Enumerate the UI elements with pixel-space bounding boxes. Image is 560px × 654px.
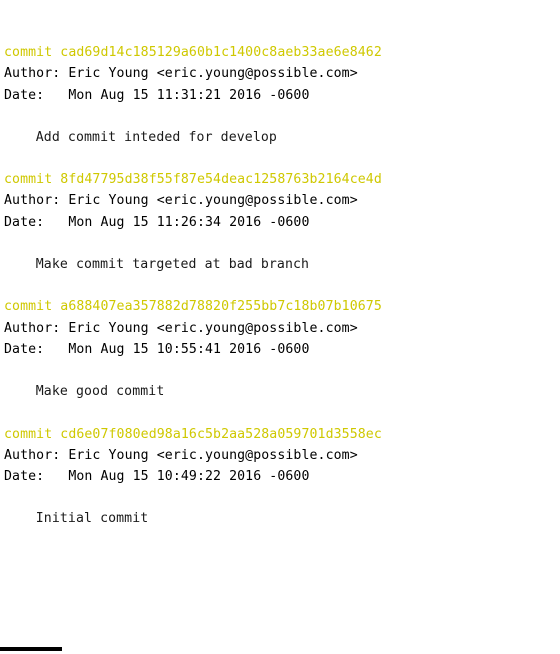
commit-entry: commit cd6e07f080ed98a16c5b2aa528a059701…	[4, 424, 560, 551]
terminal-cursor	[0, 647, 62, 651]
commit-author-line: Author: Eric Young <eric.young@possible.…	[4, 320, 358, 336]
commit-author-line: Author: Eric Young <eric.young@possible.…	[4, 66, 358, 82]
commit-entry: commit a688407ea357882d78820f255bb7c18b0…	[4, 296, 560, 423]
commit-entry: commit 8fd47795d38f55f87e54deac1258763b2…	[4, 169, 560, 296]
commit-entry: commit cad69d14c185129a60b1c1400c8aeb33a…	[4, 42, 560, 169]
commit-message-block: Make commit targeted at bad branch	[4, 233, 560, 296]
commit-message-block: Add commit inteded for develop	[4, 106, 560, 169]
commit-hash-line: commit 8fd47795d38f55f87e54deac1258763b2…	[4, 172, 382, 188]
commit-hash-line: commit cad69d14c185129a60b1c1400c8aeb33a…	[4, 45, 382, 60]
commit-date-line: Date: Mon Aug 15 11:31:21 2016 -0600	[4, 87, 310, 103]
commit-author-line: Author: Eric Young <eric.young@possible.…	[4, 193, 358, 209]
commit-message-block: Initial commit	[4, 487, 560, 550]
commit-message: Make good commit	[35, 384, 165, 400]
commit-hash-line: commit a688407ea357882d78820f255bb7c18b0…	[4, 299, 382, 315]
git-log-output: commit cad69d14c185129a60b1c1400c8aeb33a…	[0, 0, 560, 551]
commit-message: Add commit inteded for develop	[35, 129, 277, 145]
commit-date-line: Date: Mon Aug 15 10:55:41 2016 -0600	[4, 341, 310, 357]
commit-date-line: Date: Mon Aug 15 11:26:34 2016 -0600	[4, 214, 310, 230]
commit-message-block: Make good commit	[4, 360, 560, 423]
commit-hash-line: commit cd6e07f080ed98a16c5b2aa528a059701…	[4, 426, 382, 442]
terminal-window[interactable]: commit cad69d14c185129a60b1c1400c8aeb33a…	[0, 0, 560, 654]
commit-date-line: Date: Mon Aug 15 10:49:22 2016 -0600	[4, 469, 310, 485]
commit-message: Make commit targeted at bad branch	[35, 257, 310, 273]
commit-message: Initial commit	[35, 511, 149, 527]
commit-author-line: Author: Eric Young <eric.young@possible.…	[4, 447, 358, 463]
